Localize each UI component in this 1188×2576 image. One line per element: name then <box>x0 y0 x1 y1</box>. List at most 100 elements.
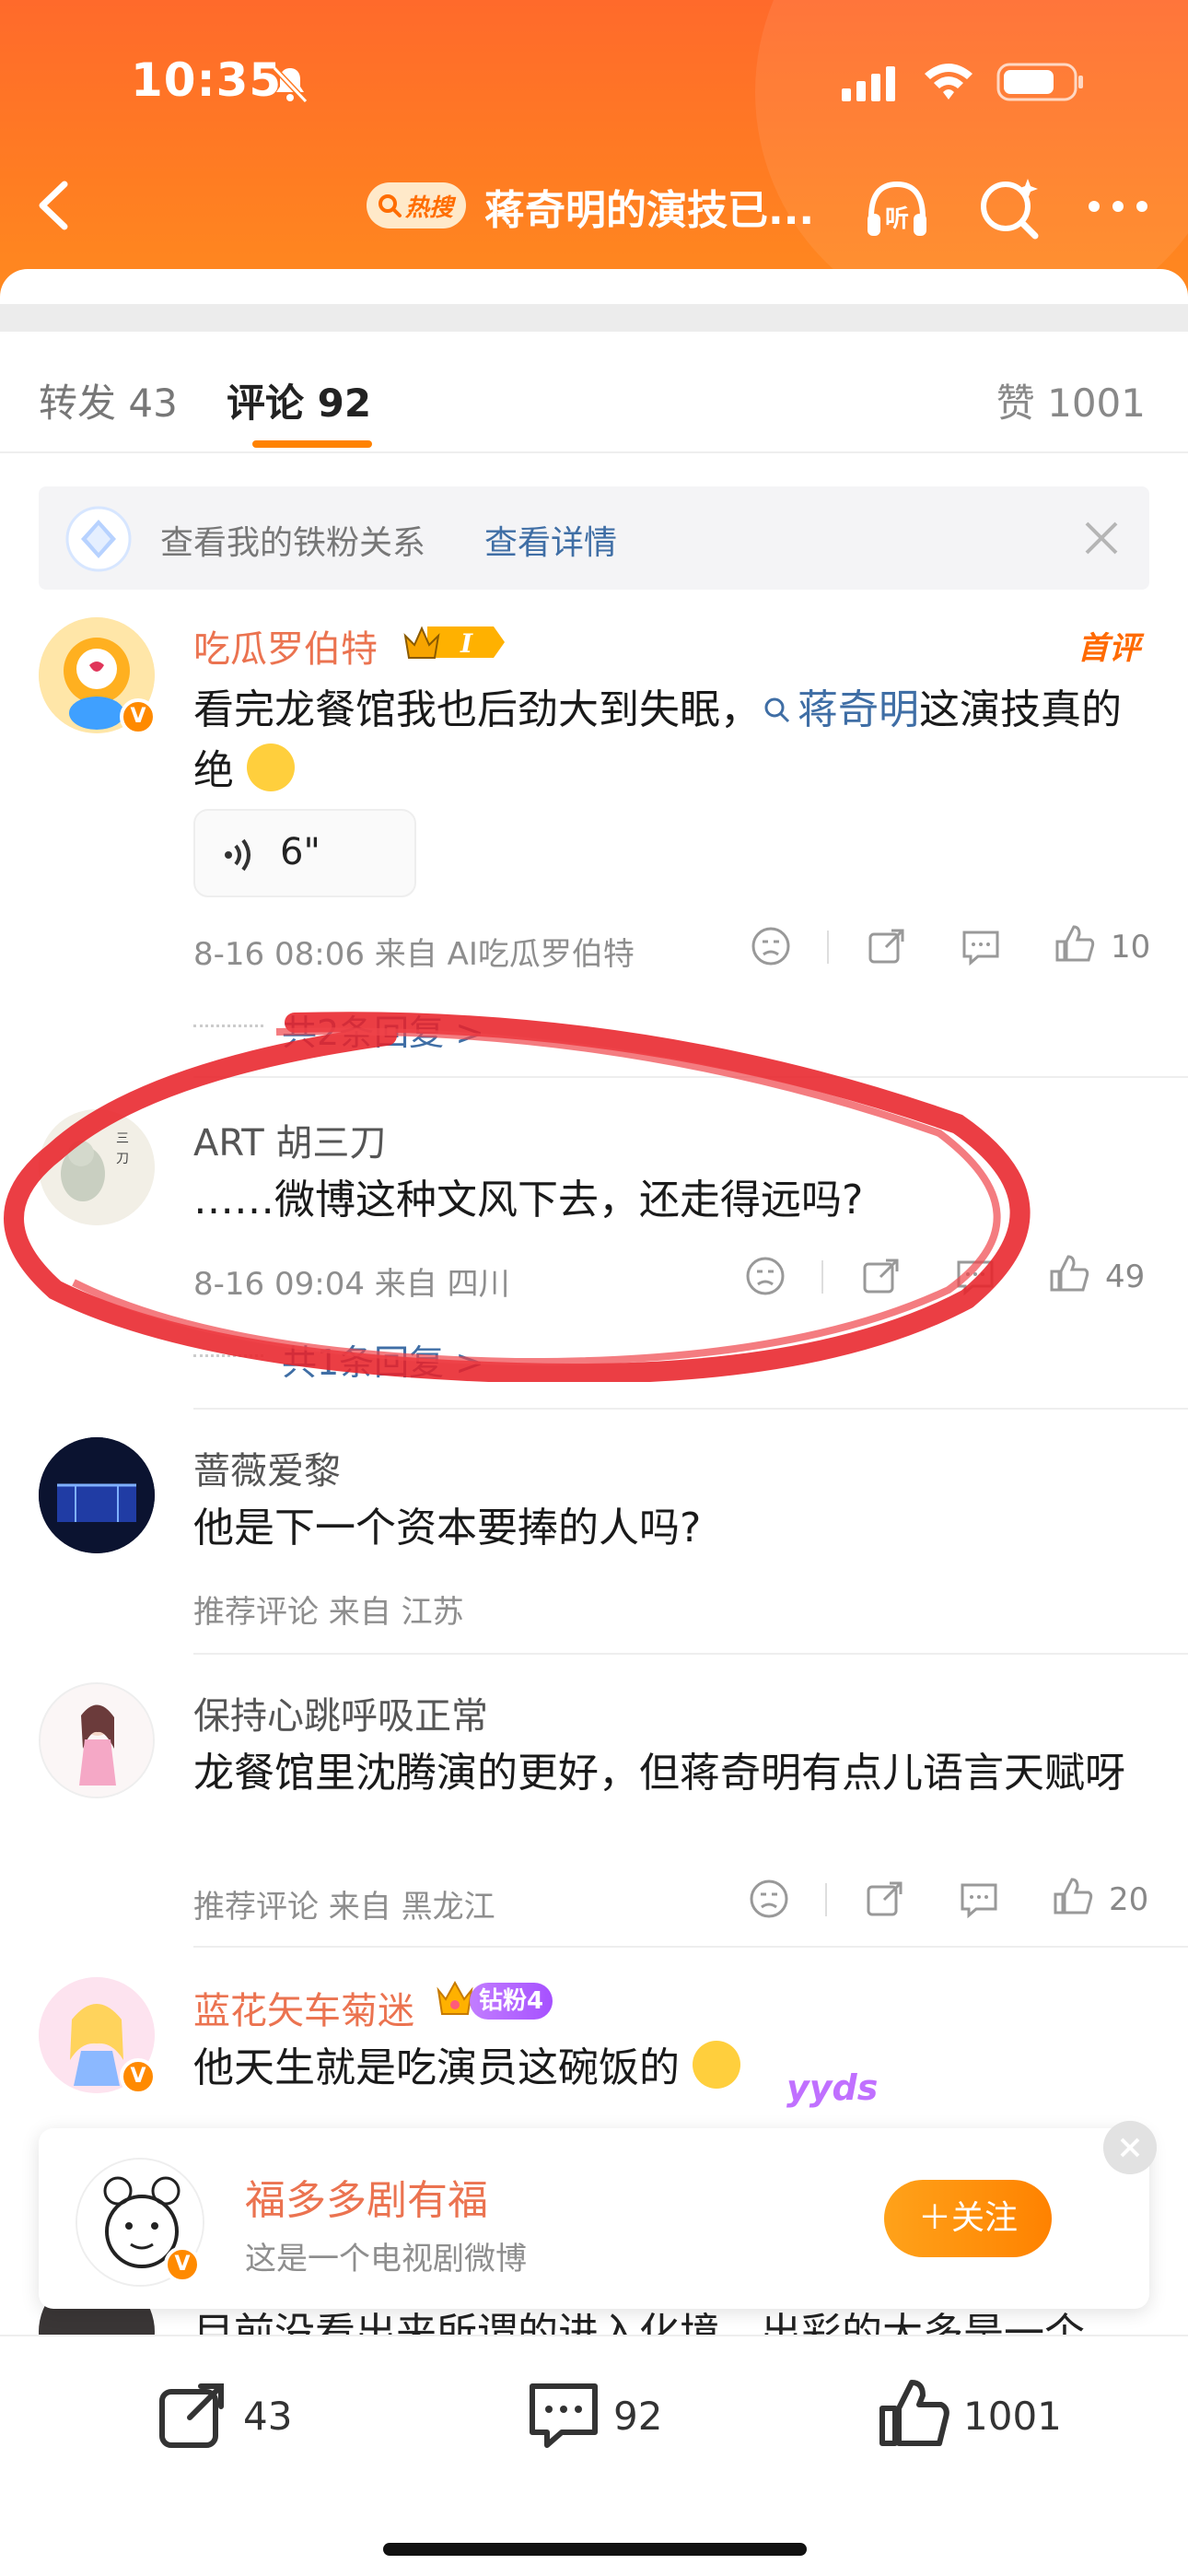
header-decoration <box>755 0 1188 304</box>
dislike-face-icon[interactable] <box>744 1255 786 1297</box>
verified-badge: V <box>120 698 157 735</box>
avatar-image: 三 刀 <box>39 1109 155 1225</box>
comment-text: 他天生就是吃演员这碗饭的 <box>193 2038 740 2099</box>
close-icon[interactable] <box>1103 2121 1157 2174</box>
comment-button[interactable]: 92 <box>525 2375 709 2458</box>
reply-dots <box>193 1354 263 1357</box>
more-icon[interactable] <box>1083 188 1153 225</box>
like-thumb-icon <box>879 2380 949 2446</box>
repost-icon[interactable] <box>860 1255 903 1297</box>
avatar-image <box>39 1437 155 1553</box>
comment-meta: 推荐评论 来自 黑龙江 <box>193 1889 495 1926</box>
recommend-description: 这是一个电视剧微博 <box>245 2241 527 2277</box>
repost-button[interactable]: 43 <box>155 2375 339 2458</box>
tab-like[interactable]: 赞 1001 <box>996 372 1146 428</box>
reply-comment-icon[interactable] <box>958 1878 1000 1920</box>
avatar[interactable] <box>39 1437 155 1553</box>
mute-bell-icon <box>272 65 309 104</box>
like-count: 49 <box>1105 1259 1146 1295</box>
avatar[interactable] <box>39 1682 155 1798</box>
svg-text:听: 听 <box>885 205 909 233</box>
action-separator <box>827 931 829 964</box>
svg-text:三: 三 <box>116 1131 129 1146</box>
tab-repost[interactable]: 转发 43 <box>39 372 178 428</box>
follow-button[interactable]: ＋关注 <box>884 2180 1052 2257</box>
commenter-name[interactable]: 蔷薇爱黎 <box>193 1441 341 1494</box>
view-replies-link[interactable]: 共1条回复 > <box>282 1334 484 1385</box>
like-count: 10 <box>1111 929 1151 966</box>
dislike-face-icon[interactable] <box>750 925 792 967</box>
comment-text: 龙餐馆里沈腾演的更好，但蒋奇明有点儿语言天赋呀 <box>193 1750 1125 1797</box>
dislike-face-icon[interactable] <box>748 1878 790 1920</box>
cellular-signal-icon <box>842 66 895 101</box>
status-time: 10:35 <box>131 53 283 107</box>
battery-icon <box>996 63 1083 101</box>
avatar-image <box>41 1684 153 1797</box>
bottom-action-bar: 43 92 1001 <box>0 2335 1188 2576</box>
repost-icon[interactable] <box>866 925 908 967</box>
action-separator <box>825 1883 827 1916</box>
like-count: 20 <box>1109 1881 1149 1918</box>
comment-text-part: 看完龙餐馆我也后劲大到失眠， <box>193 686 761 733</box>
action-separator <box>821 1260 823 1294</box>
comment-meta: 推荐评论 来自 江苏 <box>193 1594 464 1631</box>
recommend-name[interactable]: 福多多剧有福 <box>245 2167 488 2226</box>
comment-text: 他是下一个资本要捧的人吗? <box>193 1505 702 1551</box>
like-thumb-icon[interactable] <box>1048 1253 1090 1295</box>
fan-relation-banner[interactable]: 查看我的铁粉关系 查看详情 <box>39 486 1149 590</box>
nav-bar: 热搜 蒋奇明的演技已... 听 <box>0 155 1188 256</box>
like-thumb-icon[interactable] <box>1054 923 1096 966</box>
comment-text: ……微博这种文风下去，还走得远吗? <box>193 1177 864 1224</box>
fan-level-badge: 钻粉4 <box>470 1983 553 2020</box>
hot-search-badge[interactable]: 热搜 <box>367 182 466 228</box>
comment-divider <box>193 1653 1188 1655</box>
diamond-fan-icon <box>65 506 132 572</box>
ai-search-icon[interactable] <box>974 173 1044 243</box>
voice-wave-icon <box>225 838 250 872</box>
home-indicator[interactable] <box>383 2543 807 2556</box>
search-icon <box>379 194 402 217</box>
voice-message[interactable]: 6" <box>193 809 416 897</box>
search-icon <box>764 697 790 723</box>
repost-icon[interactable] <box>864 1878 906 1920</box>
commenter-name[interactable]: ART 胡三刀 <box>193 1113 386 1166</box>
reply-comment-icon[interactable] <box>960 925 1002 967</box>
like-thumb-icon[interactable] <box>1052 1876 1094 1918</box>
avatar[interactable]: 三 刀 <box>39 1109 155 1225</box>
comment-meta: 8-16 09:04 来自 四川 <box>193 1266 510 1303</box>
reply-dots <box>193 1025 263 1027</box>
tab-comment[interactable]: 评论 92 <box>227 372 371 428</box>
back-chevron-icon[interactable] <box>28 173 79 238</box>
comment-divider <box>193 1408 1188 1410</box>
page-title: 蒋奇明的演技已... <box>484 187 815 234</box>
comment-divider <box>193 1076 1188 1078</box>
topic-label: 蒋奇明 <box>798 686 919 733</box>
like-count: 1001 <box>963 2394 1062 2439</box>
wifi-icon <box>925 64 973 100</box>
comment-count: 92 <box>613 2394 663 2439</box>
comment-divider <box>193 1946 1188 1948</box>
active-tab-indicator <box>252 440 372 448</box>
view-replies-link[interactable]: 共2条回复 > <box>282 1004 484 1055</box>
vip-crown-icon: I <box>403 626 505 659</box>
reply-comment-icon[interactable] <box>954 1255 996 1297</box>
verified-badge: V <box>120 2058 157 2095</box>
commenter-name[interactable]: 吃瓜罗伯特 <box>193 619 378 673</box>
listen-headphone-icon[interactable]: 听 <box>862 173 932 243</box>
repost-count: 43 <box>243 2394 293 2439</box>
repost-icon <box>159 2383 224 2448</box>
topic-link[interactable]: 蒋奇明 <box>761 686 919 733</box>
close-icon[interactable] <box>1081 518 1122 558</box>
recommend-account-card[interactable]: V 福多多剧有福 这是一个电视剧微博 ＋关注 <box>39 2121 1157 2309</box>
fan-banner-link[interactable]: 查看详情 <box>484 516 617 564</box>
tab-bar: 转发 43 评论 92 赞 1001 <box>0 332 1188 453</box>
commenter-name[interactable]: 蓝花矢车菊迷 <box>193 1981 414 2034</box>
like-button[interactable]: 1001 <box>875 2375 1096 2458</box>
separator-strip <box>0 304 1188 332</box>
commenter-name[interactable]: 保持心跳呼吸正常 <box>193 1686 488 1739</box>
crying-emoji-icon <box>247 744 295 791</box>
svg-text:I: I <box>460 628 473 659</box>
header: 10:35 热搜 蒋奇明的演技已... 听 <box>0 0 1188 304</box>
first-comment-tag: 首评 <box>1077 630 1140 667</box>
comment-icon <box>530 2383 598 2448</box>
